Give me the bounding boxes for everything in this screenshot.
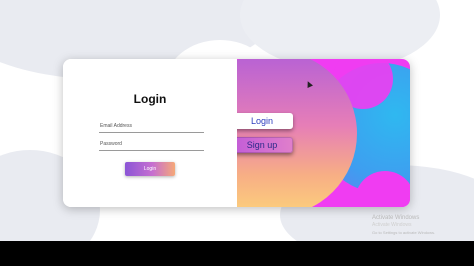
letterbox-bar bbox=[0, 241, 474, 266]
decorative-panel: Login Sign up bbox=[237, 59, 410, 207]
login-card: Login Login Login Sign up bbox=[63, 59, 410, 207]
switch-to-login-button[interactable]: Login bbox=[237, 113, 293, 129]
decorative-circle bbox=[237, 59, 357, 207]
login-title: Login bbox=[133, 92, 167, 106]
password-field[interactable] bbox=[99, 139, 204, 151]
watermark-title-echo: Activate Windows bbox=[372, 222, 412, 228]
login-button[interactable]: Login bbox=[125, 162, 175, 176]
switch-to-signup-button[interactable]: Sign up bbox=[237, 137, 293, 153]
watermark-subtitle: Go to Settings to activate Windows. bbox=[372, 230, 436, 235]
login-form-panel: Login Login bbox=[63, 59, 237, 207]
activate-windows-watermark: Activate Windows Activate Windows Go to … bbox=[372, 215, 435, 235]
watermark-title: Activate Windows bbox=[372, 215, 420, 221]
email-field[interactable] bbox=[99, 121, 204, 133]
